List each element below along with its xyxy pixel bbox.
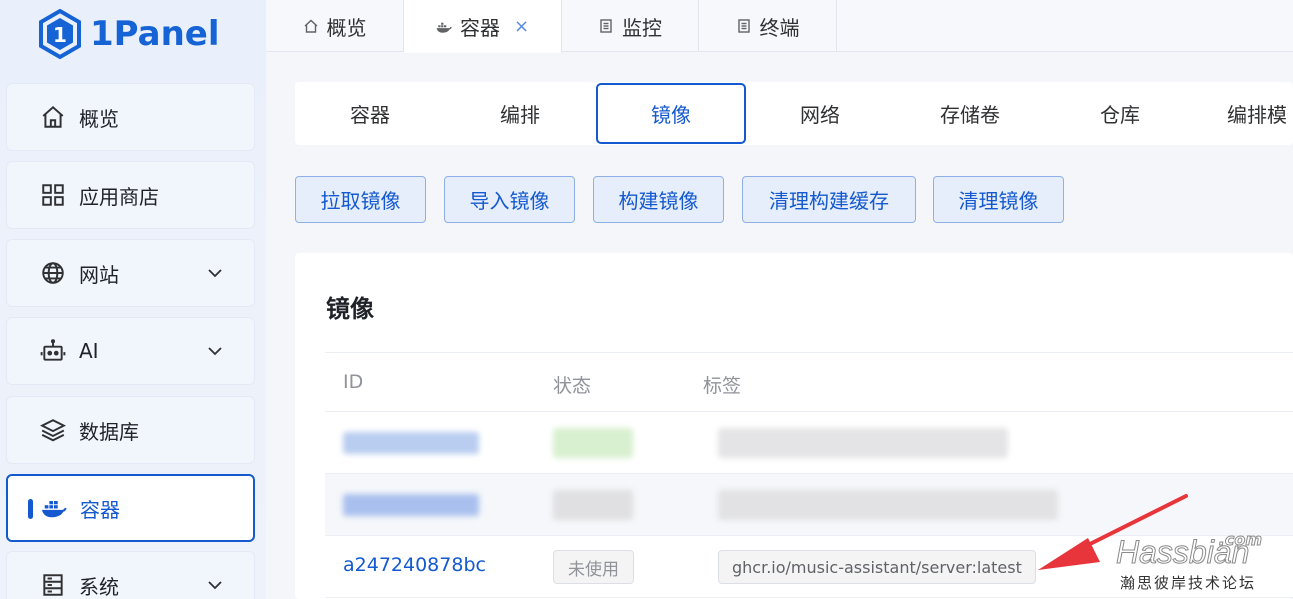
subtab-networks[interactable]: 网络 — [745, 82, 895, 145]
grid-icon — [39, 181, 67, 209]
subtab-containers[interactable]: 容器 — [295, 82, 445, 145]
image-tag-badge: ghcr.io/music-assistant/server:latest — [718, 550, 1036, 584]
close-icon[interactable]: × — [514, 16, 529, 37]
logo-icon: 1 — [39, 9, 81, 59]
tab-label: 终端 — [759, 15, 800, 40]
subtab-images[interactable]: 镜像 — [596, 83, 746, 144]
status-badge: 未使用 — [553, 550, 634, 584]
server-icon — [39, 571, 67, 599]
tab-label: 监控 — [622, 15, 662, 40]
pull-image-button[interactable]: 拉取镜像 — [295, 176, 426, 223]
table-row[interactable] — [325, 412, 1293, 474]
redacted-tag — [718, 428, 1008, 458]
sidebar-item-label: 系统 — [79, 574, 119, 599]
redacted-status — [553, 490, 633, 520]
doc-icon — [736, 18, 752, 34]
sidebar-item-label: AI — [79, 339, 99, 363]
tab-label: 容器 — [459, 16, 500, 40]
redacted-id — [343, 494, 479, 516]
redacted-id — [343, 432, 479, 454]
sidebar-item-app-store[interactable]: 应用商店 — [6, 161, 255, 229]
tab-label: 概览 — [326, 15, 367, 40]
svg-text:1: 1 — [53, 23, 67, 47]
docker-icon — [40, 494, 68, 522]
build-image-button[interactable]: 构建镜像 — [593, 176, 724, 223]
redacted-tag — [718, 490, 1058, 520]
sidebar-item-label: 概览 — [79, 106, 119, 131]
sidebar-item-label: 网站 — [79, 262, 119, 287]
subtab-compose-templates[interactable]: 编排模 — [1195, 82, 1293, 145]
tab-monitor[interactable]: 监控 — [562, 0, 699, 52]
docker-icon — [436, 19, 452, 35]
sidebar-item-website[interactable]: 网站 — [6, 239, 255, 307]
logo-text: 1Panel — [90, 14, 220, 54]
tab-terminal[interactable]: 终端 — [699, 0, 837, 52]
table-header: ID 状态 标签 — [325, 352, 1293, 412]
sidebar-item-label: 容器 — [80, 497, 120, 522]
page-title: 镜像 — [326, 295, 374, 323]
sidebar-item-database[interactable]: 数据库 — [6, 396, 255, 464]
sidebar-item-system[interactable]: 系统 — [6, 551, 255, 599]
doc-icon — [598, 18, 614, 34]
container-sub-tabs: 容器 编排 镜像 网络 存储卷 仓库 编排模 — [295, 82, 1293, 145]
sidebar-item-ai[interactable]: AI — [6, 317, 255, 385]
top-tab-bar: 概览 容器 × 监控 终端 — [266, 0, 1293, 53]
sidebar: 1 1Panel 概览 应用商店 网站 AI 数据库 容器 系统 — [0, 0, 266, 599]
chevron-down-icon[interactable] — [206, 576, 224, 594]
sidebar-item-label: 数据库 — [79, 419, 139, 444]
app-logo[interactable]: 1 1Panel — [38, 8, 220, 60]
robot-icon — [39, 337, 67, 365]
column-header-tags[interactable]: 标签 — [703, 371, 741, 398]
image-id-link[interactable]: a247240878bc — [343, 554, 486, 576]
chevron-down-icon[interactable] — [206, 264, 224, 282]
sidebar-item-overview[interactable]: 概览 — [6, 83, 255, 151]
import-image-button[interactable]: 导入镜像 — [444, 176, 575, 223]
column-header-id[interactable]: ID — [343, 371, 363, 393]
home-icon — [303, 18, 319, 34]
globe-icon — [39, 259, 67, 287]
tab-container[interactable]: 容器 × — [404, 0, 562, 53]
watermark-main: Hassbian — [1115, 534, 1250, 571]
subtab-compose[interactable]: 编排 — [445, 82, 595, 145]
active-indicator — [28, 499, 33, 519]
chevron-down-icon[interactable] — [206, 342, 224, 360]
redacted-status — [553, 428, 633, 458]
sidebar-item-label: 应用商店 — [79, 184, 159, 209]
clean-build-cache-button[interactable]: 清理构建缓存 — [742, 176, 916, 223]
home-icon — [39, 103, 67, 131]
watermark-sub: 瀚思彼岸技术论坛 — [1120, 574, 1257, 592]
subtab-repositories[interactable]: 仓库 — [1045, 82, 1195, 145]
clean-images-button[interactable]: 清理镜像 — [933, 176, 1064, 223]
watermark: .com Hassbian 瀚思彼岸技术论坛 — [1115, 530, 1286, 593]
layers-icon — [39, 416, 67, 444]
subtab-volumes[interactable]: 存储卷 — [895, 82, 1045, 145]
tab-overview[interactable]: 概览 — [266, 0, 404, 52]
sidebar-item-container[interactable]: 容器 — [6, 474, 255, 542]
column-header-status[interactable]: 状态 — [553, 371, 591, 398]
